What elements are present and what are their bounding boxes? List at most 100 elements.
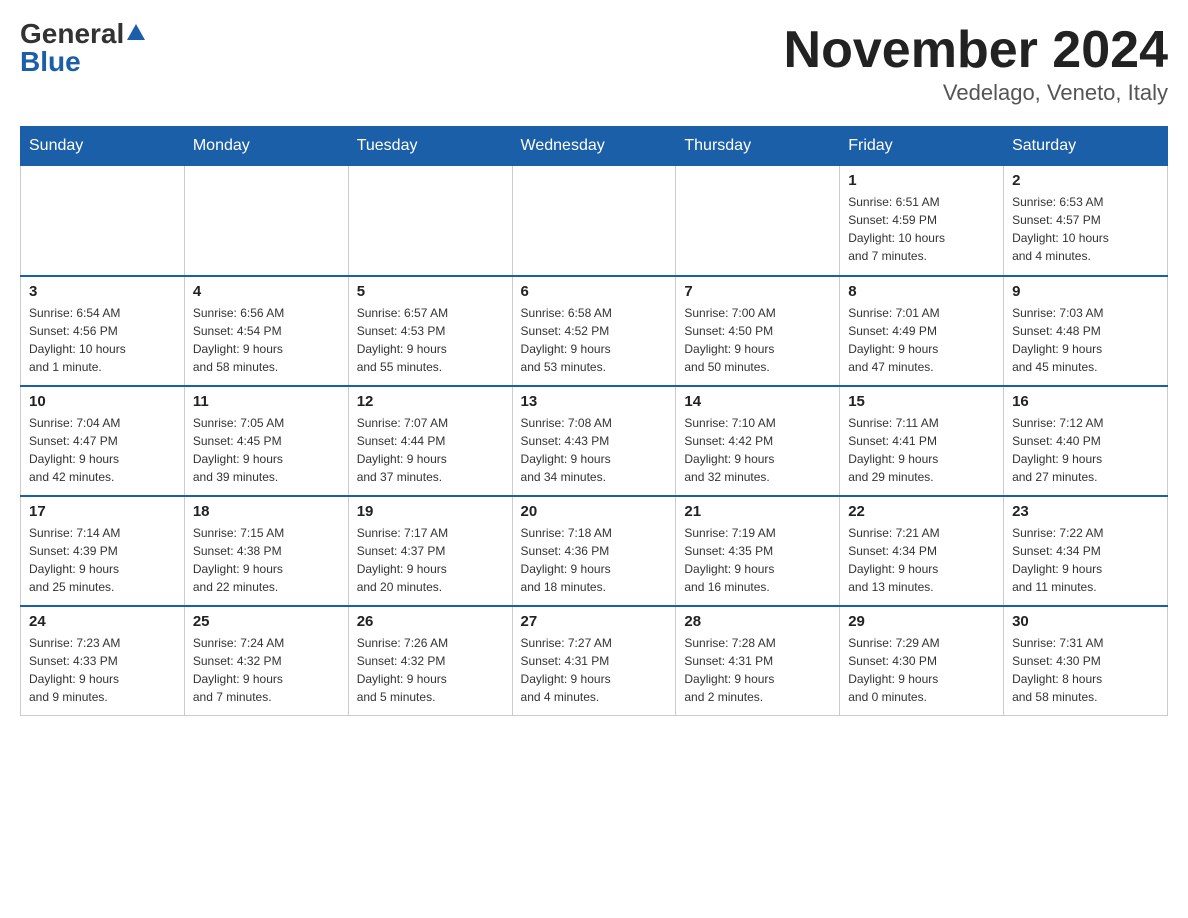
calendar-day-cell: 28 Sunrise: 7:28 AM Sunset: 4:31 PM Dayli…: [676, 606, 840, 716]
calendar-day-cell: 27 Sunrise: 7:27 AM Sunset: 4:31 PM Dayli…: [512, 606, 676, 716]
month-title: November 2024: [784, 20, 1168, 80]
day-number: 4: [193, 283, 340, 300]
day-info: Sunrise: 6:51 AM Sunset: 4:59 PM Dayligh…: [848, 193, 995, 265]
day-info: Sunrise: 7:26 AM Sunset: 4:32 PM Dayligh…: [357, 634, 504, 706]
calendar-week-row: 24 Sunrise: 7:23 AM Sunset: 4:33 PM Dayli…: [21, 606, 1168, 716]
day-number: 30: [1012, 613, 1159, 630]
calendar-day-cell: [676, 166, 840, 276]
calendar-day-cell: 7 Sunrise: 7:00 AM Sunset: 4:50 PM Daylig…: [676, 276, 840, 386]
day-info: Sunrise: 7:05 AM Sunset: 4:45 PM Dayligh…: [193, 414, 340, 486]
calendar-day-cell: 9 Sunrise: 7:03 AM Sunset: 4:48 PM Daylig…: [1004, 276, 1168, 386]
day-info: Sunrise: 7:23 AM Sunset: 4:33 PM Dayligh…: [29, 634, 176, 706]
calendar-day-cell: 18 Sunrise: 7:15 AM Sunset: 4:38 PM Dayli…: [184, 496, 348, 606]
day-info: Sunrise: 6:53 AM Sunset: 4:57 PM Dayligh…: [1012, 193, 1159, 265]
weekday-header-tuesday: Tuesday: [348, 127, 512, 166]
calendar-day-cell: 29Sunrise: 7:29 AM Sunset: 4:30 PM Dayli…: [840, 606, 1004, 716]
day-number: 5: [357, 283, 504, 300]
day-info: Sunrise: 7:12 AM Sunset: 4:40 PM Dayligh…: [1012, 414, 1159, 486]
calendar-day-cell: 11 Sunrise: 7:05 AM Sunset: 4:45 PM Dayli…: [184, 386, 348, 496]
calendar-day-cell: 25Sunrise: 7:24 AM Sunset: 4:32 PM Dayli…: [184, 606, 348, 716]
weekday-header-wednesday: Wednesday: [512, 127, 676, 166]
day-info: Sunrise: 6:57 AM Sunset: 4:53 PM Dayligh…: [357, 304, 504, 376]
day-info: Sunrise: 7:14 AM Sunset: 4:39 PM Dayligh…: [29, 524, 176, 596]
day-info: Sunrise: 7:07 AM Sunset: 4:44 PM Dayligh…: [357, 414, 504, 486]
day-info: Sunrise: 7:27 AM Sunset: 4:31 PM Dayligh…: [521, 634, 668, 706]
day-info: Sunrise: 6:56 AM Sunset: 4:54 PM Dayligh…: [193, 304, 340, 376]
day-info: Sunrise: 7:00 AM Sunset: 4:50 PM Dayligh…: [684, 304, 831, 376]
day-number: 2: [1012, 172, 1159, 189]
calendar-week-row: 17 Sunrise: 7:14 AM Sunset: 4:39 PM Dayli…: [21, 496, 1168, 606]
day-info: Sunrise: 7:01 AM Sunset: 4:49 PM Dayligh…: [848, 304, 995, 376]
day-number: 23: [1012, 503, 1159, 520]
page-header: General Blue November 2024 Vedelago, Ven…: [20, 20, 1168, 106]
day-number: 17: [29, 503, 176, 520]
day-info: Sunrise: 6:58 AM Sunset: 4:52 PM Dayligh…: [521, 304, 668, 376]
day-info: Sunrise: 7:15 AM Sunset: 4:38 PM Dayligh…: [193, 524, 340, 596]
weekday-header-saturday: Saturday: [1004, 127, 1168, 166]
day-number: 21: [684, 503, 831, 520]
day-number: 7: [684, 283, 831, 300]
title-section: November 2024 Vedelago, Veneto, Italy: [784, 20, 1168, 106]
calendar-header-row: SundayMondayTuesdayWednesdayThursdayFrid…: [21, 127, 1168, 166]
day-info: Sunrise: 7:04 AM Sunset: 4:47 PM Dayligh…: [29, 414, 176, 486]
day-number: 24: [29, 613, 176, 630]
calendar-week-row: 10Sunrise: 7:04 AM Sunset: 4:47 PM Dayli…: [21, 386, 1168, 496]
calendar-day-cell: 3 Sunrise: 6:54 AM Sunset: 4:56 PM Daylig…: [21, 276, 185, 386]
logo-blue-text: Blue: [20, 48, 81, 76]
day-info: Sunrise: 7:19 AM Sunset: 4:35 PM Dayligh…: [684, 524, 831, 596]
day-number: 16: [1012, 393, 1159, 410]
logo-general-text: General: [20, 20, 124, 48]
day-number: 27: [521, 613, 668, 630]
day-number: 12: [357, 393, 504, 410]
day-info: Sunrise: 7:22 AM Sunset: 4:34 PM Dayligh…: [1012, 524, 1159, 596]
day-info: Sunrise: 7:11 AM Sunset: 4:41 PM Dayligh…: [848, 414, 995, 486]
calendar-day-cell: 23 Sunrise: 7:22 AM Sunset: 4:34 PM Dayli…: [1004, 496, 1168, 606]
calendar-day-cell: 13 Sunrise: 7:08 AM Sunset: 4:43 PM Dayli…: [512, 386, 676, 496]
day-number: 28: [684, 613, 831, 630]
calendar-day-cell: 1 Sunrise: 6:51 AM Sunset: 4:59 PM Daylig…: [840, 166, 1004, 276]
calendar-day-cell: 5 Sunrise: 6:57 AM Sunset: 4:53 PM Daylig…: [348, 276, 512, 386]
calendar-day-cell: 21 Sunrise: 7:19 AM Sunset: 4:35 PM Dayli…: [676, 496, 840, 606]
day-info: Sunrise: 7:03 AM Sunset: 4:48 PM Dayligh…: [1012, 304, 1159, 376]
day-number: 1: [848, 172, 995, 189]
calendar-day-cell: 26 Sunrise: 7:26 AM Sunset: 4:32 PM Dayli…: [348, 606, 512, 716]
calendar-day-cell: 8 Sunrise: 7:01 AM Sunset: 4:49 PM Daylig…: [840, 276, 1004, 386]
day-number: 9: [1012, 283, 1159, 300]
day-info: Sunrise: 7:24 AM Sunset: 4:32 PM Dayligh…: [193, 634, 340, 706]
weekday-header-monday: Monday: [184, 127, 348, 166]
calendar-day-cell: [512, 166, 676, 276]
day-info: Sunrise: 7:28 AM Sunset: 4:31 PM Dayligh…: [684, 634, 831, 706]
calendar-day-cell: [348, 166, 512, 276]
day-info: Sunrise: 7:10 AM Sunset: 4:42 PM Dayligh…: [684, 414, 831, 486]
calendar-day-cell: 10Sunrise: 7:04 AM Sunset: 4:47 PM Dayli…: [21, 386, 185, 496]
day-number: 22: [848, 503, 995, 520]
calendar-day-cell: [184, 166, 348, 276]
day-info: Sunrise: 7:17 AM Sunset: 4:37 PM Dayligh…: [357, 524, 504, 596]
calendar-day-cell: 24 Sunrise: 7:23 AM Sunset: 4:33 PM Dayli…: [21, 606, 185, 716]
day-info: Sunrise: 7:29 AM Sunset: 4:30 PM Dayligh…: [848, 634, 995, 706]
calendar-day-cell: 6 Sunrise: 6:58 AM Sunset: 4:52 PM Daylig…: [512, 276, 676, 386]
weekday-header-friday: Friday: [840, 127, 1004, 166]
logo: General Blue: [20, 20, 145, 76]
calendar-day-cell: 16 Sunrise: 7:12 AM Sunset: 4:40 PM Dayli…: [1004, 386, 1168, 496]
calendar-week-row: 1 Sunrise: 6:51 AM Sunset: 4:59 PM Daylig…: [21, 166, 1168, 276]
day-number: 3: [29, 283, 176, 300]
calendar-day-cell: 15 Sunrise: 7:11 AM Sunset: 4:41 PM Dayli…: [840, 386, 1004, 496]
day-info: Sunrise: 7:18 AM Sunset: 4:36 PM Dayligh…: [521, 524, 668, 596]
day-info: Sunrise: 7:21 AM Sunset: 4:34 PM Dayligh…: [848, 524, 995, 596]
calendar-week-row: 3 Sunrise: 6:54 AM Sunset: 4:56 PM Daylig…: [21, 276, 1168, 386]
day-number: 18: [193, 503, 340, 520]
day-info: Sunrise: 7:31 AM Sunset: 4:30 PM Dayligh…: [1012, 634, 1159, 706]
day-number: 11: [193, 393, 340, 410]
day-info: Sunrise: 7:08 AM Sunset: 4:43 PM Dayligh…: [521, 414, 668, 486]
day-number: 15: [848, 393, 995, 410]
calendar-day-cell: 4 Sunrise: 6:56 AM Sunset: 4:54 PM Daylig…: [184, 276, 348, 386]
day-info: Sunrise: 6:54 AM Sunset: 4:56 PM Dayligh…: [29, 304, 176, 376]
calendar-day-cell: 17 Sunrise: 7:14 AM Sunset: 4:39 PM Dayli…: [21, 496, 185, 606]
day-number: 6: [521, 283, 668, 300]
day-number: 26: [357, 613, 504, 630]
day-number: 13: [521, 393, 668, 410]
day-number: 14: [684, 393, 831, 410]
day-number: 8: [848, 283, 995, 300]
calendar-table: SundayMondayTuesdayWednesdayThursdayFrid…: [20, 126, 1168, 716]
